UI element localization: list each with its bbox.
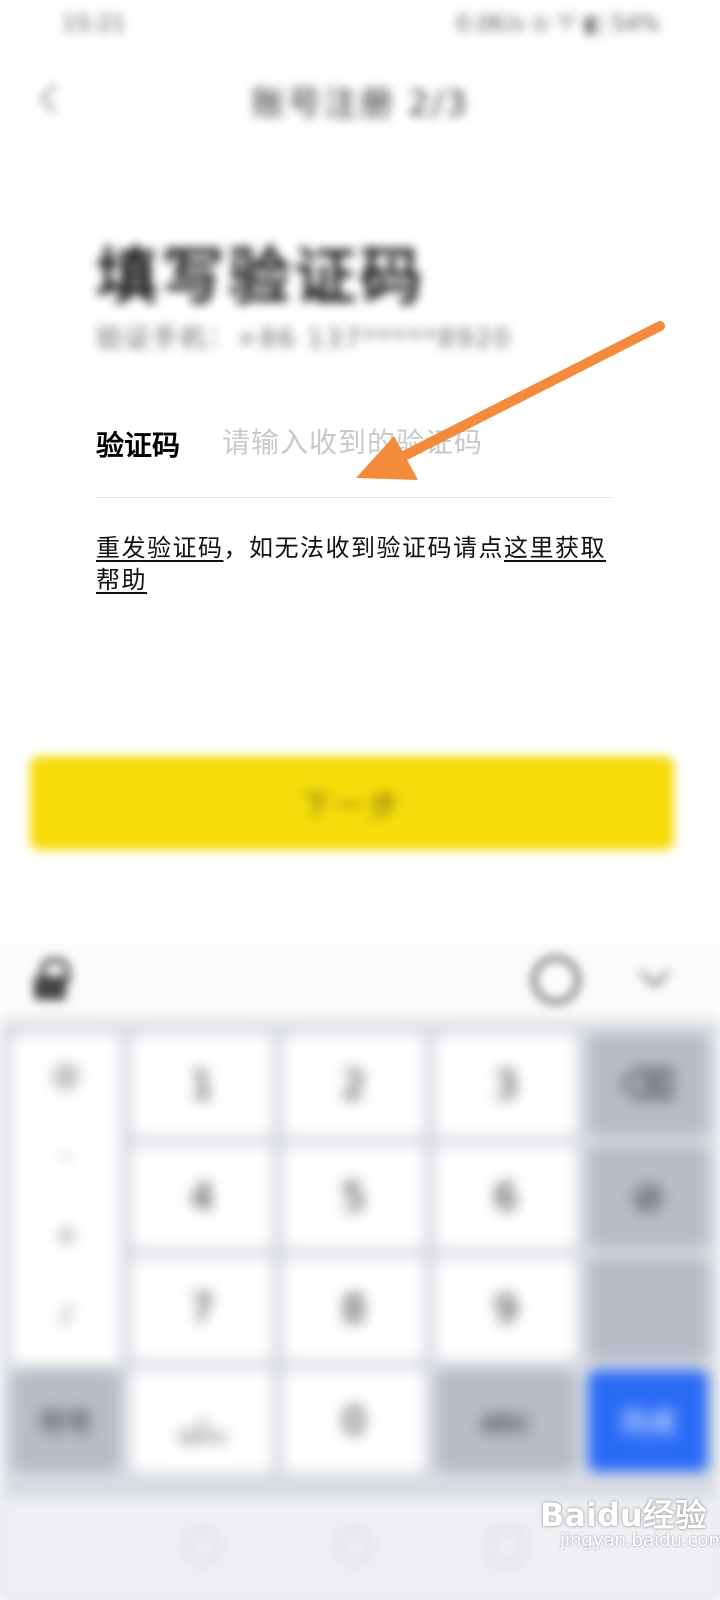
page-nav-title: 账号注册 2/3 bbox=[251, 84, 469, 124]
key-9[interactable]: 9 bbox=[436, 1258, 576, 1360]
clear-key[interactable]: ⊘ bbox=[588, 1146, 708, 1248]
space-key-mark: ⎵ bbox=[196, 1396, 208, 1426]
done-key[interactable]: 完成 bbox=[588, 1370, 708, 1472]
key-5[interactable]: 5 bbox=[284, 1146, 424, 1248]
space-key[interactable]: ⎵ Space bbox=[132, 1370, 272, 1472]
resend-code-link[interactable]: 重发验证码 bbox=[96, 534, 224, 562]
home-circle-icon[interactable] bbox=[184, 1528, 220, 1564]
next-step-label: 下一步 bbox=[301, 790, 403, 823]
home-icon[interactable] bbox=[336, 1528, 372, 1564]
baidu-watermark-domain: jingyan.baidu.com bbox=[560, 1530, 720, 1551]
symbol-key[interactable]: + bbox=[12, 1194, 120, 1274]
key-4[interactable]: 4 bbox=[132, 1146, 272, 1248]
space-key-label: Space bbox=[177, 1427, 227, 1446]
lock-icon[interactable] bbox=[32, 958, 70, 1002]
key-8[interactable]: 8 bbox=[284, 1258, 424, 1360]
key-6[interactable]: 6 bbox=[436, 1146, 576, 1248]
emoji-icon[interactable] bbox=[532, 956, 580, 1004]
back-triangle-icon[interactable] bbox=[488, 1528, 524, 1564]
next-step-button[interactable]: 下一步 bbox=[30, 756, 674, 850]
symbol-column[interactable]: @ - + / bbox=[12, 1034, 120, 1364]
key-0[interactable]: 0 bbox=[284, 1370, 424, 1472]
symbol-key[interactable]: @ bbox=[12, 1034, 120, 1114]
verification-code-label: 验证码 bbox=[96, 429, 181, 462]
key-2[interactable]: 2 bbox=[284, 1034, 424, 1136]
help-text: 重发验证码，如无法收到验证码请点这里获取帮助 bbox=[96, 532, 616, 596]
help-middle-text: ，如无法收到验证码请点 bbox=[223, 534, 504, 562]
key-7[interactable]: 7 bbox=[132, 1258, 272, 1360]
nav-bar: 账号注册 2/3 bbox=[0, 60, 720, 140]
status-icons: 0.0K/s ⊙ ♈ ◧ 54% bbox=[455, 12, 660, 37]
status-bar: 15:21 0.0K/s ⊙ ♈ ◧ 54% bbox=[0, 0, 720, 50]
status-time: 15:21 bbox=[62, 12, 126, 37]
page-title: 填写验证码 bbox=[96, 240, 427, 313]
spare-key bbox=[588, 1258, 708, 1360]
key-1[interactable]: 1 bbox=[132, 1034, 272, 1136]
phone-number-line: 验证手机：+86 137*****8920 bbox=[96, 324, 512, 354]
symbol-key[interactable]: - bbox=[12, 1114, 120, 1194]
chevron-down-icon[interactable] bbox=[640, 962, 668, 990]
symbols-switch-key[interactable]: 符号 bbox=[12, 1370, 120, 1472]
delete-key[interactable]: ⌫ bbox=[588, 1034, 708, 1136]
symbol-key[interactable]: / bbox=[12, 1274, 120, 1354]
input-underline bbox=[96, 497, 612, 498]
key-3[interactable]: 3 bbox=[436, 1034, 576, 1136]
keyboard-toolbar bbox=[0, 940, 720, 1020]
verification-code-input[interactable] bbox=[222, 418, 612, 466]
abc-switch-key[interactable]: abc bbox=[436, 1370, 576, 1472]
